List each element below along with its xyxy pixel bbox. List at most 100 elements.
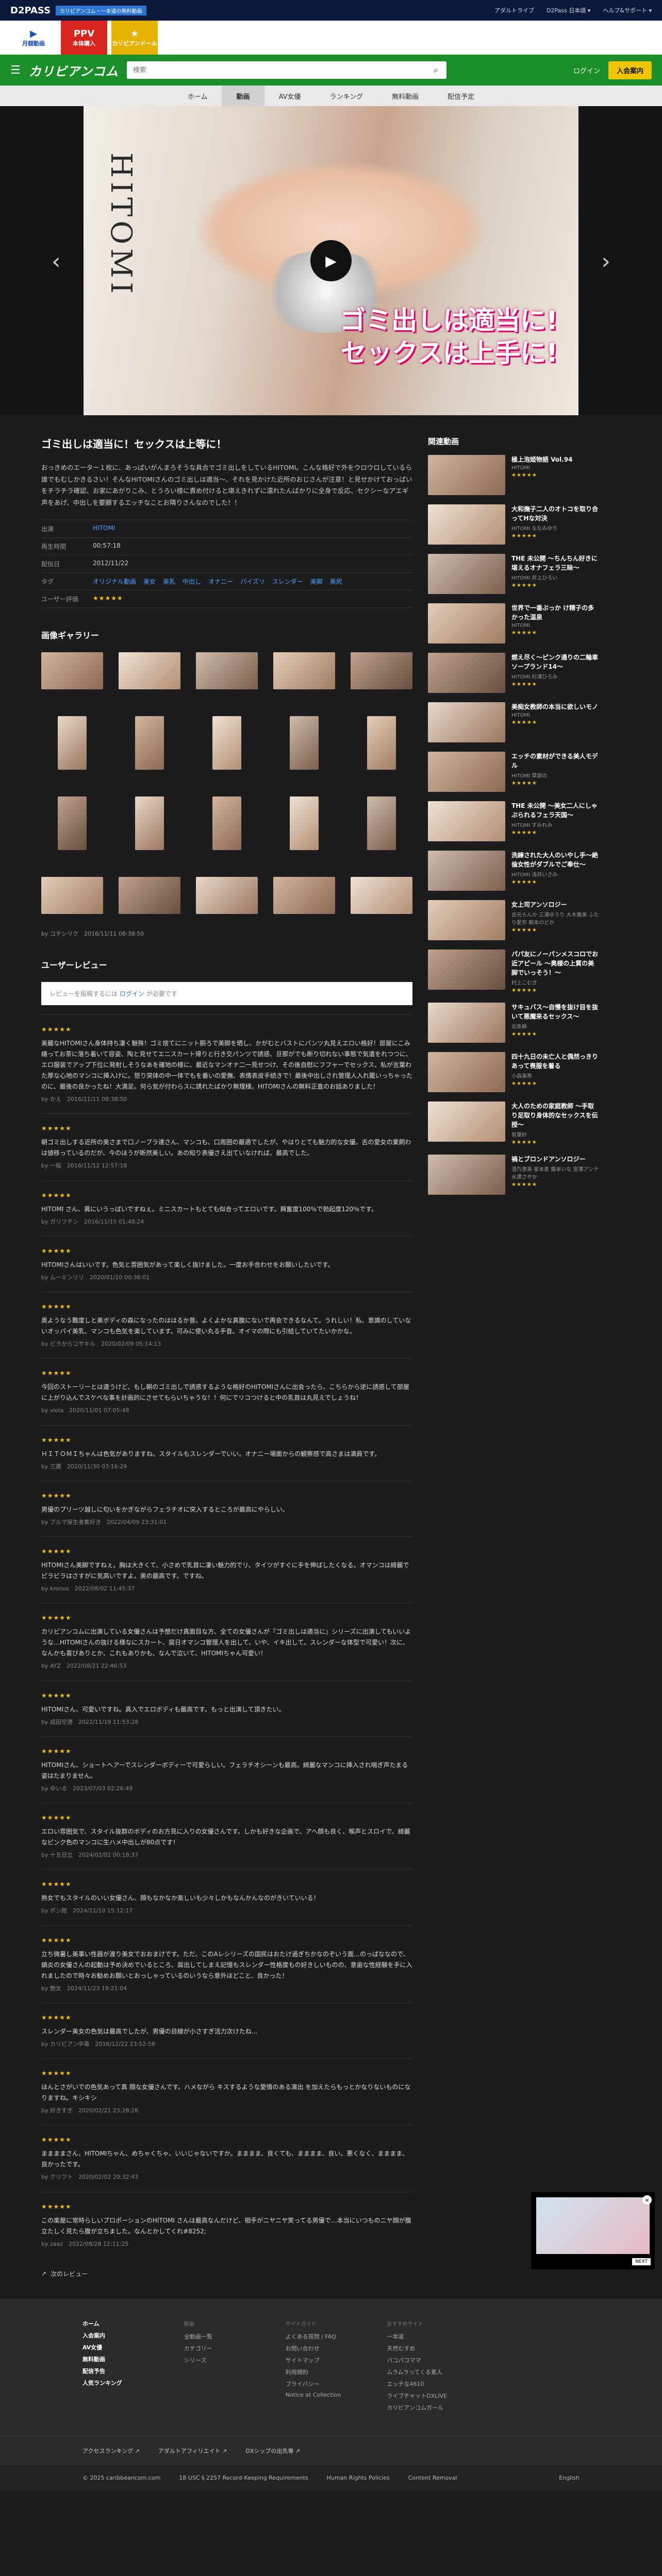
related-item[interactable]: 禍とブロンドアンソロジー 澄乃恵美 星本麦 藤本いな 宮澤アンナ 水澤さやか ★★★… (428, 1155, 599, 1195)
language-select[interactable]: D2Pass 日本語 ▾ (547, 6, 590, 14)
footer-link[interactable]: 天然むすめ (387, 2344, 478, 2352)
related-item[interactable]: 世界で一番ぶっか け精子の多かった温泉 HITOMI ★★★★★ (428, 603, 599, 643)
nav-free[interactable]: 無料動画 (377, 86, 433, 106)
gallery-thumb[interactable] (41, 652, 103, 689)
footer-link[interactable]: カリビアンコムガール (387, 2403, 478, 2412)
login-link[interactable]: ログイン (573, 65, 600, 75)
help-link[interactable]: ヘルプ&サポート ▾ (603, 6, 652, 14)
promo-link[interactable]: カリビアンコム・一本道の無料動画 (56, 5, 146, 15)
related-title[interactable]: THE 未公開 〜ちんちん好きに堪えるオナフェラ三昧〜 (511, 554, 599, 572)
footer-link[interactable]: アダルトアフィリエイト ↗ (158, 2447, 227, 2455)
d2pass-logo[interactable]: D2PASS (10, 5, 51, 16)
related-thumb[interactable] (428, 1155, 505, 1195)
gallery-thumb[interactable] (196, 877, 258, 914)
footer-link[interactable]: サイトマップ (286, 2356, 377, 2364)
tag-link[interactable]: 美尻 (330, 577, 342, 586)
gallery-thumb[interactable] (135, 796, 164, 850)
related-item[interactable]: サキュバス〜自慢を抜け目を抜いて悪魔来るセックス〜 北条麻 ★★★★★ (428, 1003, 599, 1043)
footer-link[interactable]: シリーズ (184, 2356, 275, 2364)
footer-link[interactable]: パコパコママ (387, 2356, 478, 2364)
related-thumb[interactable] (428, 603, 505, 643)
related-title[interactable]: サキュバス〜自慢を抜け目を抜いて悪魔来るセックス〜 (511, 1003, 599, 1021)
adult-live-link[interactable]: アダルトライブ (494, 6, 534, 14)
related-title[interactable]: 燃え尽く〜ピンク通りの二輪車ソープランド14〜 (511, 653, 599, 671)
close-icon[interactable]: × (642, 2195, 652, 2205)
related-title[interactable]: 洗練された大人のいやし手〜絶倫女性がダブルでご奉仕〜 (511, 851, 599, 869)
footer-link[interactable]: ホーム (82, 2319, 174, 2328)
related-thumb[interactable] (428, 1052, 505, 1092)
related-item[interactable]: エッチの素材ができる美人モデル HITOMI 草部の ★★★★★ (428, 752, 599, 792)
gallery-thumb[interactable] (367, 716, 396, 770)
footer-link[interactable]: 配信予告 (82, 2367, 174, 2375)
tag-link[interactable]: パイズリ (240, 577, 265, 586)
footer-link[interactable]: プライバシー (286, 2380, 377, 2388)
related-thumb[interactable] (428, 1101, 505, 1142)
login-link[interactable]: ログイン (120, 990, 144, 997)
related-item[interactable]: 美痴女教師の本当に欲しいモノ HITOMI ★★★★★ (428, 702, 599, 742)
tag-link[interactable]: スレンダー (272, 577, 303, 586)
related-item[interactable]: 大和撫子二人のオトコを取り合ってHな対決 HITOMI ななみゆり ★★★★★ (428, 504, 599, 545)
gallery-thumb[interactable] (351, 652, 412, 689)
footer-link[interactable]: AV女優 (82, 2343, 174, 2351)
nav-schedule[interactable]: 配信予定 (433, 86, 489, 106)
tag-link[interactable]: 美女 (143, 577, 156, 586)
gallery-thumb[interactable] (212, 796, 241, 850)
nav-movies[interactable]: 動画 (222, 86, 264, 106)
gallery-thumb[interactable] (290, 716, 319, 770)
gallery-thumb[interactable] (58, 796, 87, 850)
search-input[interactable] (126, 61, 426, 79)
related-item[interactable]: THE 未公開 〜美女二人にしゃぶられるフェラ天国〜 HITOMI すみれみ ★★★… (428, 801, 599, 841)
footer-link[interactable]: エッチな4610 (387, 2380, 478, 2388)
footer-link[interactable]: Content Removal (408, 2475, 457, 2481)
related-thumb[interactable] (428, 801, 505, 841)
site-logo[interactable]: カリビアンコム (29, 61, 119, 79)
related-title[interactable]: 四十九日の未亡人と偶然っきりあって喪服を着る (511, 1052, 599, 1071)
related-thumb[interactable] (428, 455, 505, 495)
gallery-thumb[interactable] (119, 877, 180, 914)
floating-ad[interactable]: × NEXT (531, 2192, 655, 2269)
footer-link[interactable]: ムラムラってくる素人 (387, 2368, 478, 2376)
chevron-right-icon[interactable]: › (601, 248, 610, 275)
related-item[interactable]: 洗練された大人のいやし手〜絶倫女性がダブルでご奉仕〜 HITOMI 浅井いさみ ★★… (428, 851, 599, 891)
related-title[interactable]: THE 未公開 〜美女二人にしゃぶられるフェラ天国〜 (511, 801, 599, 820)
footer-link[interactable]: 無料動画 (82, 2355, 174, 2363)
tag-link[interactable]: オリジナル動画 (93, 577, 136, 586)
related-title[interactable]: 禍とブロンドアンソロジー (511, 1155, 599, 1164)
video-player[interactable]: ‹ HITOMI ゴミ出しは適当に! セックスは上手に! ▶ › (0, 106, 662, 415)
tag-link[interactable]: 美脚 (310, 577, 323, 586)
gallery-thumb[interactable] (273, 652, 335, 689)
actor-link[interactable]: HITOMI (93, 524, 115, 533)
related-item[interactable]: 極上泡姫物語 Vol.94 HITOMI ★★★★★ (428, 455, 599, 495)
gallery-thumb[interactable] (41, 877, 103, 914)
tag-link[interactable]: オナニー (208, 577, 233, 586)
related-title[interactable]: 大人のための家庭教師 〜手取り足取り身体的なセックスを伝授〜 (511, 1101, 599, 1129)
category-ppv[interactable]: PPV 本体購入 (61, 21, 107, 55)
footer-link[interactable]: お問い合わせ (286, 2344, 377, 2352)
nav-ranking[interactable]: ランキング (315, 86, 377, 106)
related-thumb[interactable] (428, 1003, 505, 1043)
related-title[interactable]: パパ友にノーパンメスコロでお近アピール 〜奥様の上質の美脚でいっそう！〜 (511, 950, 599, 977)
menu-icon[interactable]: ☰ (10, 64, 21, 77)
related-thumb[interactable] (428, 851, 505, 891)
gallery-thumb[interactable] (290, 796, 319, 850)
gallery-thumb[interactable] (351, 877, 412, 914)
footer-link[interactable]: 人気ランキング (82, 2379, 174, 2387)
footer-link[interactable]: 利用規約 (286, 2368, 377, 2376)
related-thumb[interactable] (428, 702, 505, 742)
gallery-thumb[interactable] (196, 652, 258, 689)
language-link[interactable]: English (559, 2475, 580, 2481)
footer-link[interactable]: 全動画一覧 (184, 2332, 275, 2341)
category-doll[interactable]: ★ カリビアンドール (111, 21, 158, 55)
related-item[interactable]: 女上司アンソロジー 吉元らんか 三浦ゆうり 大木雅美 ふたり愛奈 朝本のどか ★★★… (428, 900, 599, 940)
related-thumb[interactable] (428, 752, 505, 792)
search-icon[interactable]: ⌕ (426, 61, 446, 79)
related-thumb[interactable] (428, 653, 505, 693)
footer-link[interactable]: カテゴリー (184, 2344, 275, 2352)
gallery-thumb[interactable] (367, 796, 396, 850)
related-item[interactable]: 四十九日の未亡人と偶然っきりあって喪服を着る 小森美希 ★★★★★ (428, 1052, 599, 1092)
footer-link[interactable]: Notice at Collection (286, 2392, 377, 2398)
related-thumb[interactable] (428, 900, 505, 940)
related-title[interactable]: エッチの素材ができる美人モデル (511, 752, 599, 770)
tag-link[interactable]: 中出し (183, 577, 201, 586)
more-reviews-link[interactable]: ↗ 次のレビュー (41, 2269, 412, 2278)
